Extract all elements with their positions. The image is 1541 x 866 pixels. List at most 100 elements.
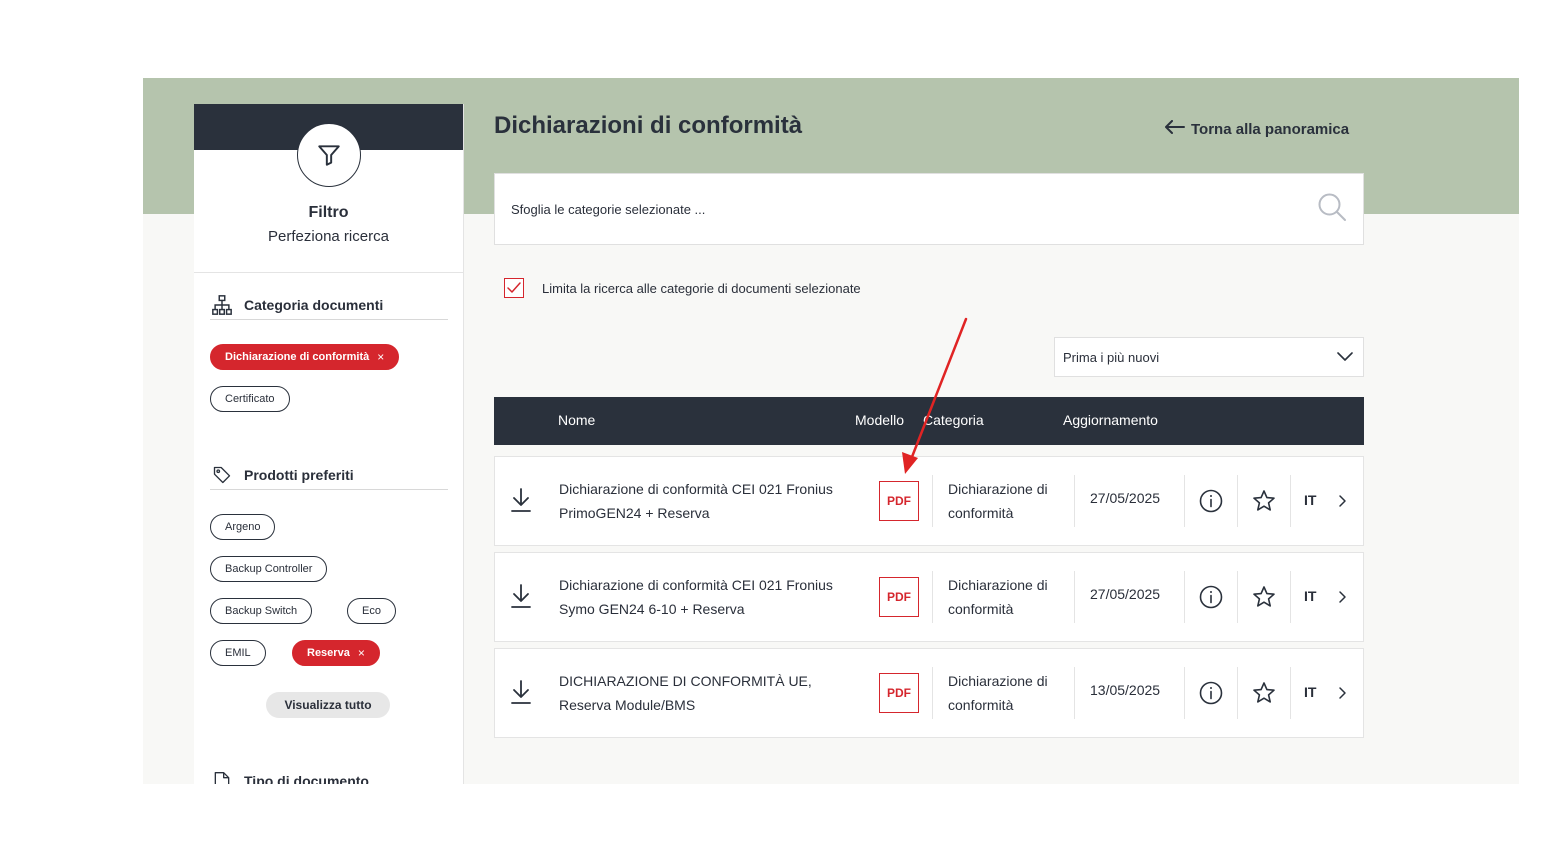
back-link[interactable]: Torna alla panoramica — [1165, 120, 1349, 138]
info-icon[interactable] — [1199, 681, 1223, 705]
chip-emil[interactable]: EMIL — [210, 640, 266, 666]
divider — [1184, 667, 1185, 719]
chip-backup-controller[interactable]: Backup Controller — [210, 556, 328, 582]
chip-backup-switch[interactable]: Backup Switch — [210, 598, 313, 624]
sort-value: Prima i più nuovi — [1063, 349, 1160, 365]
col-nome[interactable]: Nome — [558, 412, 595, 428]
category-line: conformità — [948, 697, 1014, 713]
filter-title: Filtro — [308, 204, 349, 221]
sort-select[interactable]: Prima i più nuovi — [1054, 337, 1364, 377]
document-date: 13/05/2025 — [1090, 682, 1161, 698]
divider — [1074, 475, 1075, 527]
language-label[interactable]: IT — [1304, 492, 1316, 508]
close-icon[interactable]: × — [377, 350, 384, 364]
name-line: Dichiarazione di conformità CEI 021 Fron… — [559, 577, 833, 593]
star-icon[interactable] — [1252, 489, 1276, 513]
page-title: Dichiarazioni di conformità — [494, 112, 803, 139]
document-name[interactable]: DICHIARAZIONE DI CONFORMITÀ UE, Reserva … — [559, 669, 869, 717]
divider — [1290, 667, 1291, 719]
divider — [1237, 475, 1238, 527]
name-line: Dichiarazione di conformità CEI 021 Fron… — [559, 481, 833, 497]
chevron-right-icon[interactable] — [1337, 493, 1347, 509]
pdf-icon[interactable]: PDF — [879, 481, 919, 521]
name-line: Reserva Module/BMS — [559, 697, 696, 713]
star-icon[interactable] — [1252, 681, 1276, 705]
divider — [1237, 667, 1238, 719]
document-icon — [210, 769, 234, 784]
page: Filtro Perfeziona ricerca Categoria docu… — [143, 78, 1519, 784]
filter-icon — [297, 123, 361, 187]
category-line: Dichiarazione di — [948, 481, 1048, 497]
document-name[interactable]: Dichiarazione di conformità CEI 021 Fron… — [559, 477, 869, 525]
col-modello[interactable]: Modello — [855, 412, 904, 428]
divider — [1184, 571, 1185, 623]
section-tipo[interactable]: Tipo di documento — [210, 766, 448, 784]
pdf-icon[interactable]: PDF — [879, 673, 919, 713]
chip-label: Eco — [362, 605, 381, 617]
divider — [1237, 571, 1238, 623]
see-all-button[interactable]: Visualizza tutto — [266, 692, 390, 718]
search-icon[interactable] — [1317, 192, 1347, 227]
name-line: PrimoGEN24 + Reserva — [559, 505, 710, 521]
section-categoria[interactable]: Categoria documenti — [210, 290, 448, 320]
document-category: Dichiarazione di conformità — [948, 573, 1063, 621]
divider — [932, 475, 933, 527]
section-prodotti[interactable]: Prodotti preferiti — [210, 460, 448, 490]
close-icon[interactable]: × — [358, 646, 365, 660]
chevron-right-icon[interactable] — [1337, 589, 1347, 605]
limit-search-row[interactable]: Limita la ricerca alle categorie di docu… — [504, 278, 861, 298]
table-row[interactable]: DICHIARAZIONE DI CONFORMITÀ UE, Reserva … — [494, 648, 1364, 738]
document-name[interactable]: Dichiarazione di conformità CEI 021 Fron… — [559, 573, 869, 621]
divider — [1074, 667, 1075, 719]
table-row[interactable]: Dichiarazione di conformità CEI 021 Fron… — [494, 456, 1364, 546]
search-input[interactable]: Sfoglia le categorie selezionate ... — [494, 173, 1364, 245]
chip-label: Reserva — [307, 647, 350, 659]
divider — [1184, 475, 1185, 527]
name-line: DICHIARAZIONE DI CONFORMITÀ UE, — [559, 673, 812, 689]
divider — [194, 272, 464, 273]
document-category: Dichiarazione di conformità — [948, 669, 1063, 717]
check-icon — [507, 282, 521, 293]
chip-reserva[interactable]: Reserva × — [292, 640, 380, 666]
chevron-right-icon[interactable] — [1337, 685, 1347, 701]
pdf-icon[interactable]: PDF — [879, 577, 919, 617]
chip-label: Backup Switch — [225, 605, 298, 617]
divider — [1290, 475, 1291, 527]
hierarchy-icon — [210, 293, 234, 317]
table-row[interactable]: Dichiarazione di conformità CEI 021 Fron… — [494, 552, 1364, 642]
col-categoria[interactable]: Categoria — [923, 412, 984, 428]
filter-subtitle: Perfeziona ricerca — [268, 228, 389, 245]
table-header: Nome Modello Categoria Aggiornamento — [494, 397, 1364, 445]
category-line: conformità — [948, 505, 1014, 521]
arrow-left-icon — [1165, 120, 1185, 138]
language-label[interactable]: IT — [1304, 684, 1316, 700]
category-line: Dichiarazione di — [948, 673, 1048, 689]
col-aggiornamento[interactable]: Aggiornamento — [1063, 412, 1158, 428]
chevron-down-icon — [1337, 350, 1353, 365]
document-category: Dichiarazione di conformità — [948, 477, 1063, 525]
category-line: Dichiarazione di — [948, 577, 1048, 593]
download-icon[interactable] — [509, 679, 533, 705]
section-title: Categoria documenti — [244, 296, 384, 313]
download-icon[interactable] — [509, 487, 533, 513]
info-icon[interactable] — [1199, 585, 1223, 609]
section-title: Prodotti preferiti — [244, 466, 354, 483]
star-icon[interactable] — [1252, 585, 1276, 609]
document-date: 27/05/2025 — [1090, 586, 1161, 602]
info-icon[interactable] — [1199, 489, 1223, 513]
chip-dichiarazione[interactable]: Dichiarazione di conformità × — [210, 344, 400, 370]
download-icon[interactable] — [509, 583, 533, 609]
chip-eco[interactable]: Eco — [347, 598, 396, 624]
limit-search-label: Limita la ricerca alle categorie di docu… — [542, 280, 861, 296]
filter-sidebar: Filtro Perfeziona ricerca Categoria docu… — [194, 104, 464, 784]
divider — [932, 571, 933, 623]
limit-search-checkbox[interactable] — [504, 278, 524, 298]
section-title: Tipo di documento — [244, 773, 369, 784]
divider — [1290, 571, 1291, 623]
name-line: Symo GEN24 6-10 + Reserva — [559, 601, 745, 617]
chip-label: Certificato — [225, 393, 275, 405]
search-placeholder: Sfoglia le categorie selezionate ... — [511, 201, 706, 217]
language-label[interactable]: IT — [1304, 588, 1316, 604]
chip-argeno[interactable]: Argeno — [210, 514, 276, 540]
chip-certificato[interactable]: Certificato — [210, 386, 290, 412]
